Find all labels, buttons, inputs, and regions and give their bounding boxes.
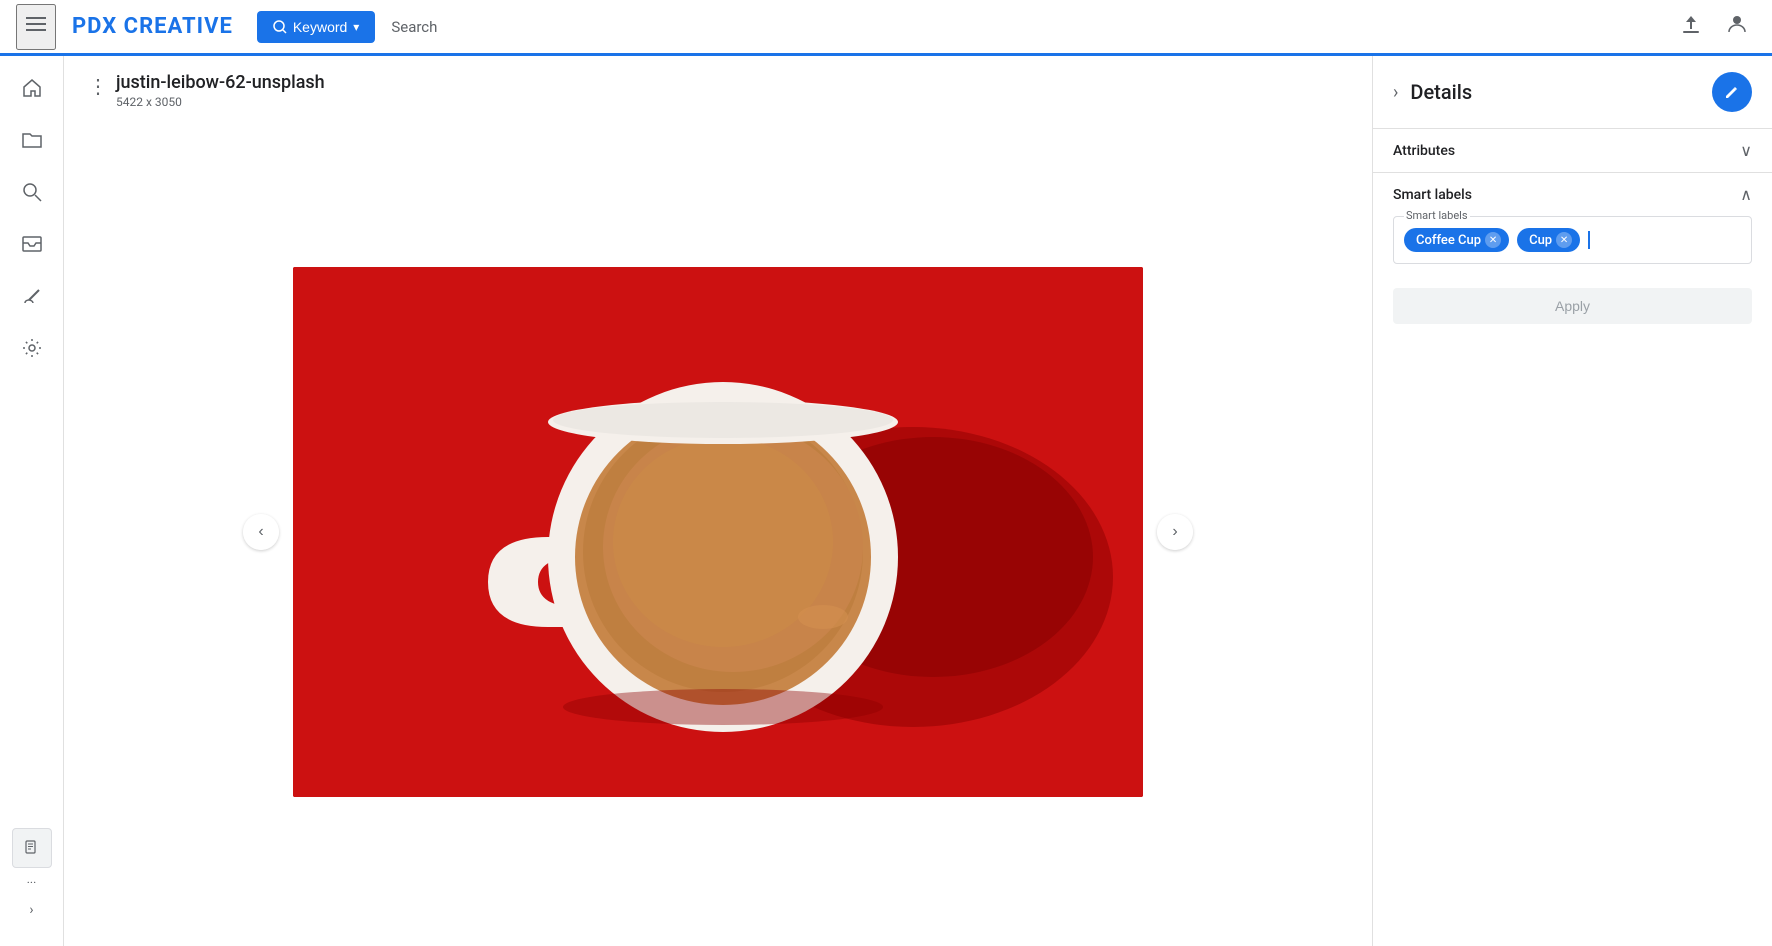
tag-cup-remove-button[interactable]: ✕ — [1556, 232, 1572, 248]
sidebar-more-label[interactable]: ... — [27, 872, 37, 886]
file-menu-icon[interactable]: ⋮ — [88, 74, 108, 98]
keyword-chevron-icon: ▾ — [353, 20, 359, 34]
right-panel: › Details Attributes ∨ Smart labels ∧ Sm… — [1372, 56, 1772, 946]
attributes-label: Attributes — [1393, 143, 1455, 159]
main-layout: ... › ⋮ justin-leibow-62-unsplash 5422 x… — [0, 56, 1772, 946]
image-container: ‹ — [293, 267, 1143, 797]
smart-labels-chevron-icon: ∧ — [1740, 185, 1752, 204]
file-title: justin-leibow-62-unsplash — [116, 72, 325, 93]
attributes-header[interactable]: Attributes ∨ — [1373, 129, 1772, 172]
panel-header: › Details — [1373, 56, 1772, 129]
coffee-cup-image — [293, 267, 1143, 797]
tag-chip-coffee-cup: Coffee Cup ✕ — [1404, 228, 1509, 252]
smart-labels-input-container: Smart labels Coffee Cup ✕ Cup ✕ — [1373, 216, 1772, 280]
smart-labels-section: Smart labels ∧ Smart labels Coffee Cup ✕… — [1373, 173, 1772, 280]
sidebar-doc-button[interactable] — [12, 828, 52, 868]
sidebar-bottom: ... › — [12, 828, 52, 938]
keyword-button[interactable]: Keyword ▾ — [257, 11, 376, 43]
tag-chip-cup: Cup ✕ — [1517, 228, 1580, 252]
app-logo: PDX CREATIVE — [72, 14, 233, 39]
account-button[interactable] — [1718, 5, 1756, 49]
input-cursor — [1588, 231, 1590, 249]
sidebar-item-brush[interactable] — [8, 272, 56, 320]
smart-labels-title: Smart labels — [1393, 187, 1472, 203]
sidebar-item-settings[interactable] — [8, 324, 56, 372]
panel-edit-button[interactable] — [1712, 72, 1752, 112]
prev-image-button[interactable]: ‹ — [243, 514, 279, 550]
apply-button[interactable]: Apply — [1393, 288, 1752, 324]
menu-icon[interactable] — [16, 4, 56, 50]
attributes-section: Attributes ∨ — [1373, 129, 1772, 173]
panel-collapse-icon[interactable]: › — [1393, 82, 1398, 103]
sidebar-item-inbox[interactable] — [8, 220, 56, 268]
sidebar-item-folder[interactable] — [8, 116, 56, 164]
search-label[interactable]: Search — [391, 18, 437, 36]
next-image-button[interactable]: › — [1157, 514, 1193, 550]
smart-labels-input-area[interactable]: Smart labels Coffee Cup ✕ Cup ✕ — [1393, 216, 1752, 264]
sidebar: ... › — [0, 56, 64, 946]
sidebar-item-home[interactable] — [8, 64, 56, 112]
attributes-chevron-icon: ∨ — [1740, 141, 1752, 160]
panel-title: Details — [1410, 80, 1712, 104]
smart-labels-legend: Smart labels — [1404, 209, 1470, 222]
tag-coffee-cup-remove-button[interactable]: ✕ — [1485, 232, 1501, 248]
tag-cup-label: Cup — [1529, 233, 1552, 248]
topbar: PDX CREATIVE Keyword ▾ Search — [0, 0, 1772, 56]
file-header: ⋮ justin-leibow-62-unsplash 5422 x 3050 — [64, 56, 1372, 117]
sidebar-item-search[interactable] — [8, 168, 56, 216]
sidebar-expand-button[interactable]: › — [12, 890, 52, 930]
upload-button[interactable] — [1672, 5, 1710, 49]
content-area: ⋮ justin-leibow-62-unsplash 5422 x 3050 … — [64, 56, 1372, 946]
file-dimensions: 5422 x 3050 — [116, 95, 325, 109]
tag-coffee-cup-label: Coffee Cup — [1416, 233, 1481, 248]
image-viewer: ‹ — [64, 117, 1372, 946]
topbar-actions — [1672, 5, 1756, 49]
